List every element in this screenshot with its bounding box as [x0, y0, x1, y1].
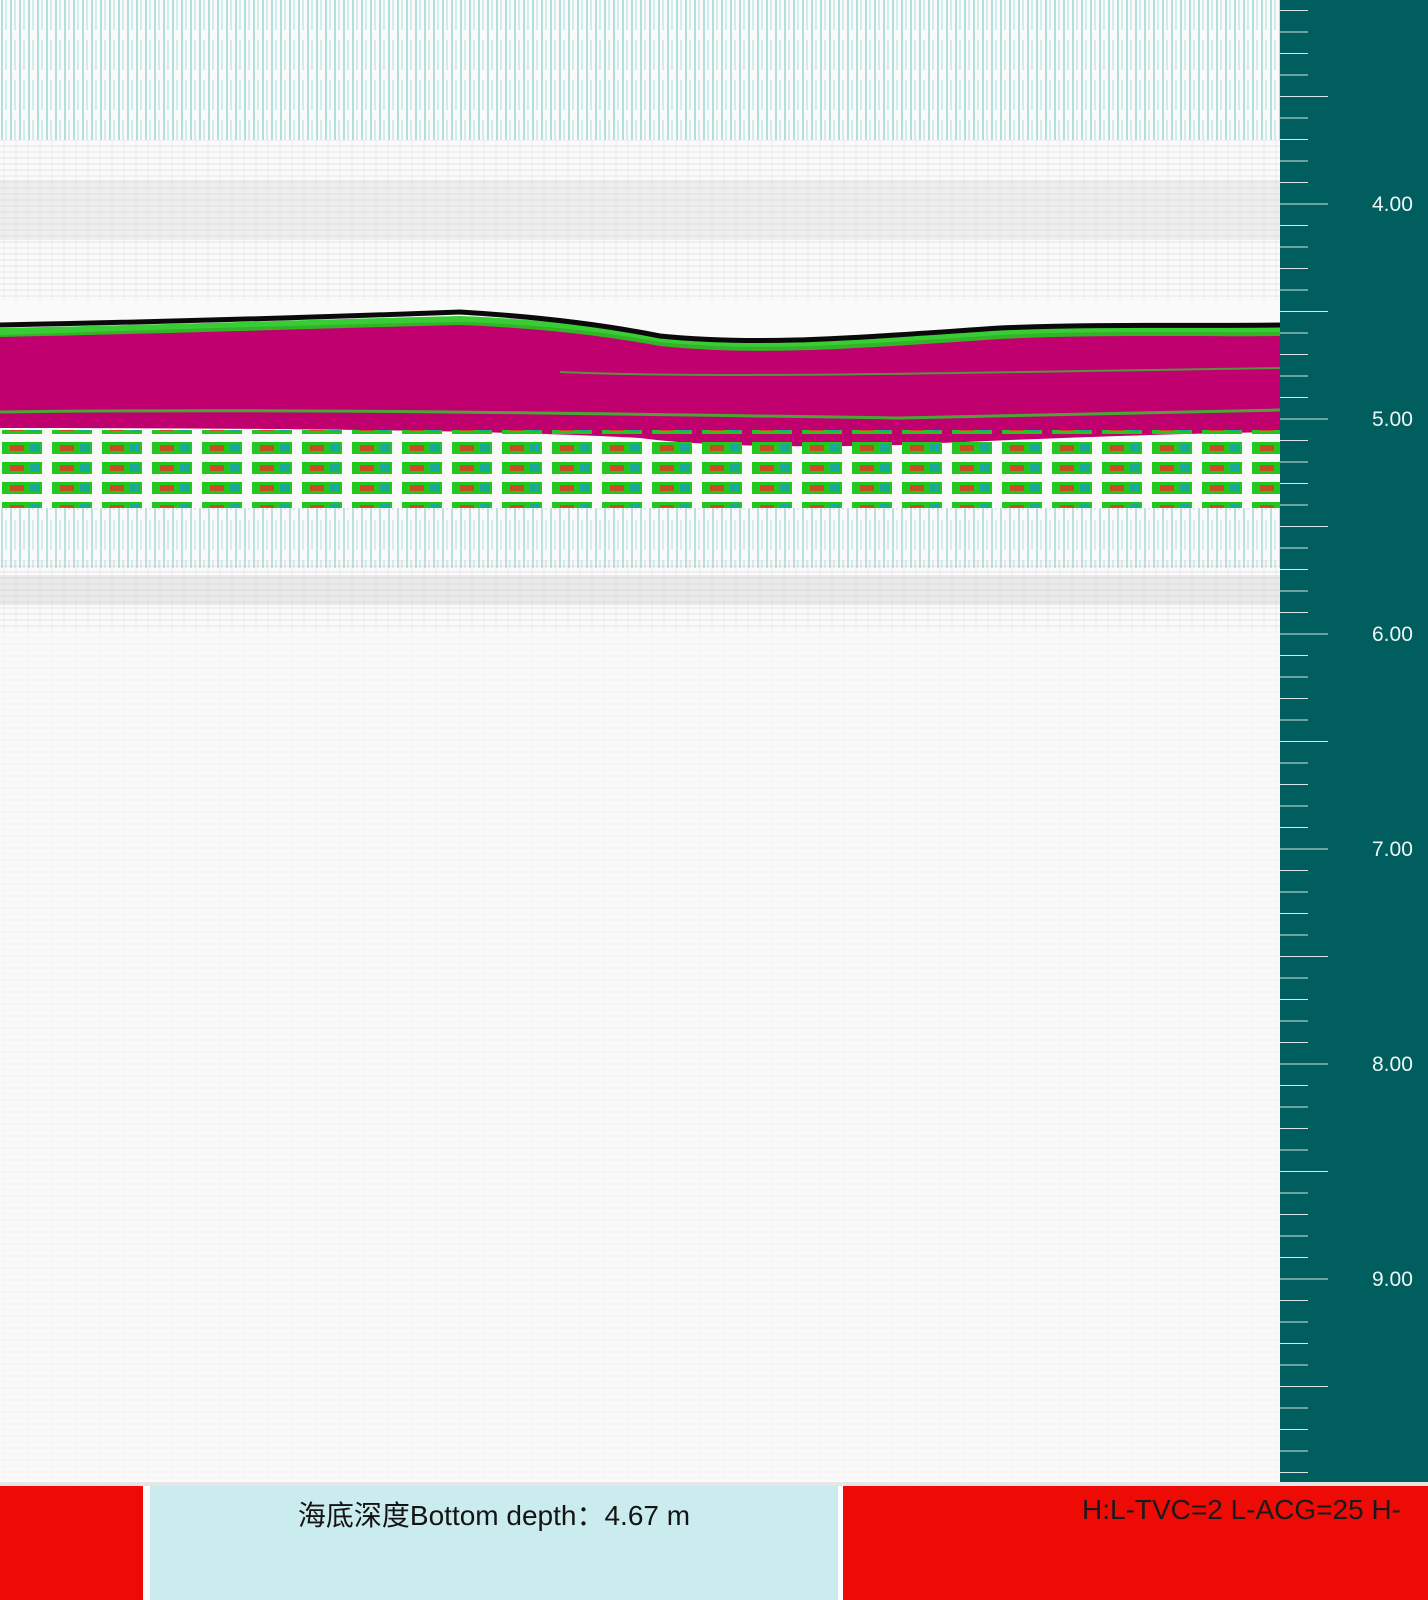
depth-label: 9.00 — [1372, 1268, 1413, 1291]
depth-label: 6.00 — [1372, 623, 1413, 646]
echogram-view[interactable] — [0, 0, 1280, 1482]
status-bar: 海底深度Bottom depth：4.67 m H:L-TVC=2 L-ACG=… — [0, 1486, 1428, 1600]
echogram-canvas — [0, 0, 1280, 1482]
bottom-depth-panel: 海底深度Bottom depth：4.67 m — [150, 1486, 838, 1600]
status-indicator-left — [0, 1486, 143, 1600]
sub-bottom-layer — [0, 430, 1280, 508]
depth-label: 8.00 — [1372, 1053, 1413, 1076]
gain-params-panel: H:L-TVC=2 L-ACG=25 H- — [843, 1486, 1428, 1600]
gain-params-readout: H:L-TVC=2 L-ACG=25 H- — [1082, 1494, 1401, 1525]
depth-scale: 4.00 5.00 6.00 7.00 8.00 9.00 — [1280, 0, 1428, 1482]
depth-scale-ruler: 4.00 5.00 6.00 7.00 8.00 9.00 — [1280, 10, 1413, 1473]
depth-label: 4.00 — [1372, 193, 1413, 216]
bottom-depth-readout: 海底深度Bottom depth：4.67 m — [297, 1500, 691, 1531]
surface-noise-layer — [0, 0, 1280, 140]
depth-label: 5.00 — [1372, 408, 1413, 431]
depth-label: 7.00 — [1372, 838, 1413, 861]
